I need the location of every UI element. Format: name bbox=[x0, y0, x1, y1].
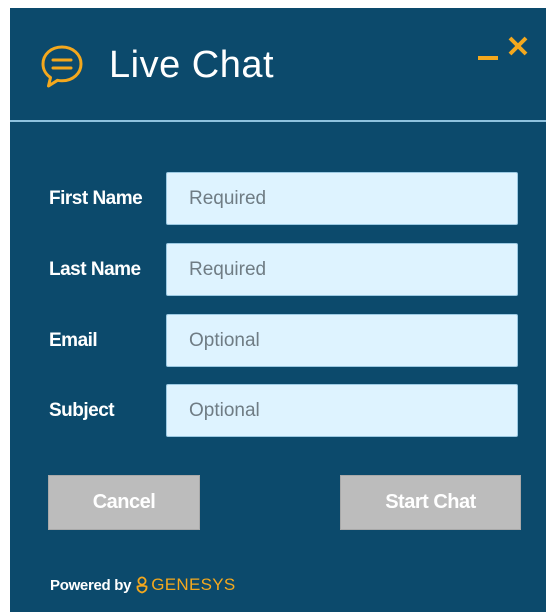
last-name-label: Last Name bbox=[49, 259, 141, 280]
powered-by-footer: Powered by GENESYS bbox=[50, 572, 236, 598]
first-name-label: First Name bbox=[49, 188, 143, 209]
email-field[interactable] bbox=[166, 314, 518, 367]
chat-title: Live Chat bbox=[109, 44, 275, 86]
minimize-icon[interactable] bbox=[478, 38, 500, 64]
start-chat-button[interactable]: Start Chat bbox=[340, 475, 521, 530]
powered-by-label: Powered by bbox=[50, 576, 132, 594]
subject-field[interactable] bbox=[166, 384, 518, 437]
first-name-field[interactable] bbox=[166, 172, 518, 225]
chat-bubble-icon bbox=[41, 45, 83, 88]
close-icon[interactable] bbox=[507, 34, 529, 58]
chat-header: Live Chat bbox=[10, 8, 546, 120]
genesys-logo-icon bbox=[136, 576, 148, 594]
live-chat-widget: Live Chat First Name Last Name Email Sub… bbox=[10, 8, 546, 612]
cancel-button[interactable]: Cancel bbox=[48, 475, 200, 530]
last-name-field[interactable] bbox=[166, 243, 518, 296]
email-label: Email bbox=[49, 330, 98, 351]
header-divider bbox=[10, 120, 546, 122]
genesys-brand-text: GENESYS bbox=[151, 575, 236, 594]
subject-label: Subject bbox=[49, 400, 115, 421]
